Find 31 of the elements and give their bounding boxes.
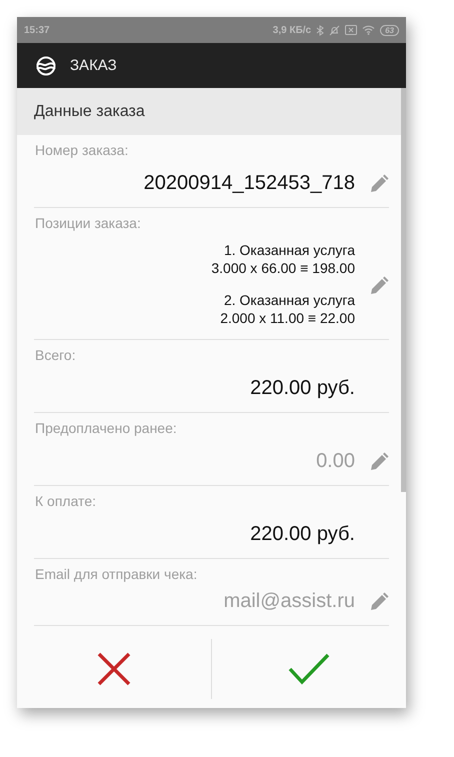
battery-level: 63 [380,24,399,36]
checkmark-icon [288,653,330,685]
order-number: 20200914_152453_718 [144,172,355,195]
field-label: Номер заказа: [34,142,130,158]
wave-logo-icon [35,56,57,76]
pencil-icon[interactable] [369,174,389,194]
field-label: Всего: [34,347,77,363]
item-name: 2. Оказанная услуга [222,291,355,309]
item-calculation: 3.000 x 66.00 ≡ 198.00 [211,259,355,277]
network-speed: 3,9 КБ/с [272,24,312,36]
wifi-icon [362,25,376,35]
field-value: 0.00 [316,450,355,473]
field-label: Предоплачено ранее: [34,420,178,436]
field-value: 220.00 руб. [250,523,355,546]
status-time: 15:37 [24,24,50,36]
field-label: К оплате: [34,493,97,509]
section-title: Данные заказа [34,102,145,120]
close-icon [97,652,131,686]
pencil-icon[interactable] [369,276,389,296]
item-name: 1. Оказанная услуга [222,241,355,259]
item-calculation: 2.000 x 11.00 ≡ 22.00 [219,309,355,327]
pencil-icon[interactable] [369,592,389,612]
muted-bell-icon [329,24,340,36]
field-value: 220.00 руб. [250,377,355,400]
pencil-icon[interactable] [369,452,389,472]
field-label: Email для отправки чека: [34,566,198,582]
field-value: mail@assist.ru [224,590,355,613]
bluetooth-icon [316,24,324,36]
field-label: Позиции заказа: [34,215,142,231]
app-title: ЗАКАЗ [70,57,117,74]
sim-icon [345,25,358,35]
